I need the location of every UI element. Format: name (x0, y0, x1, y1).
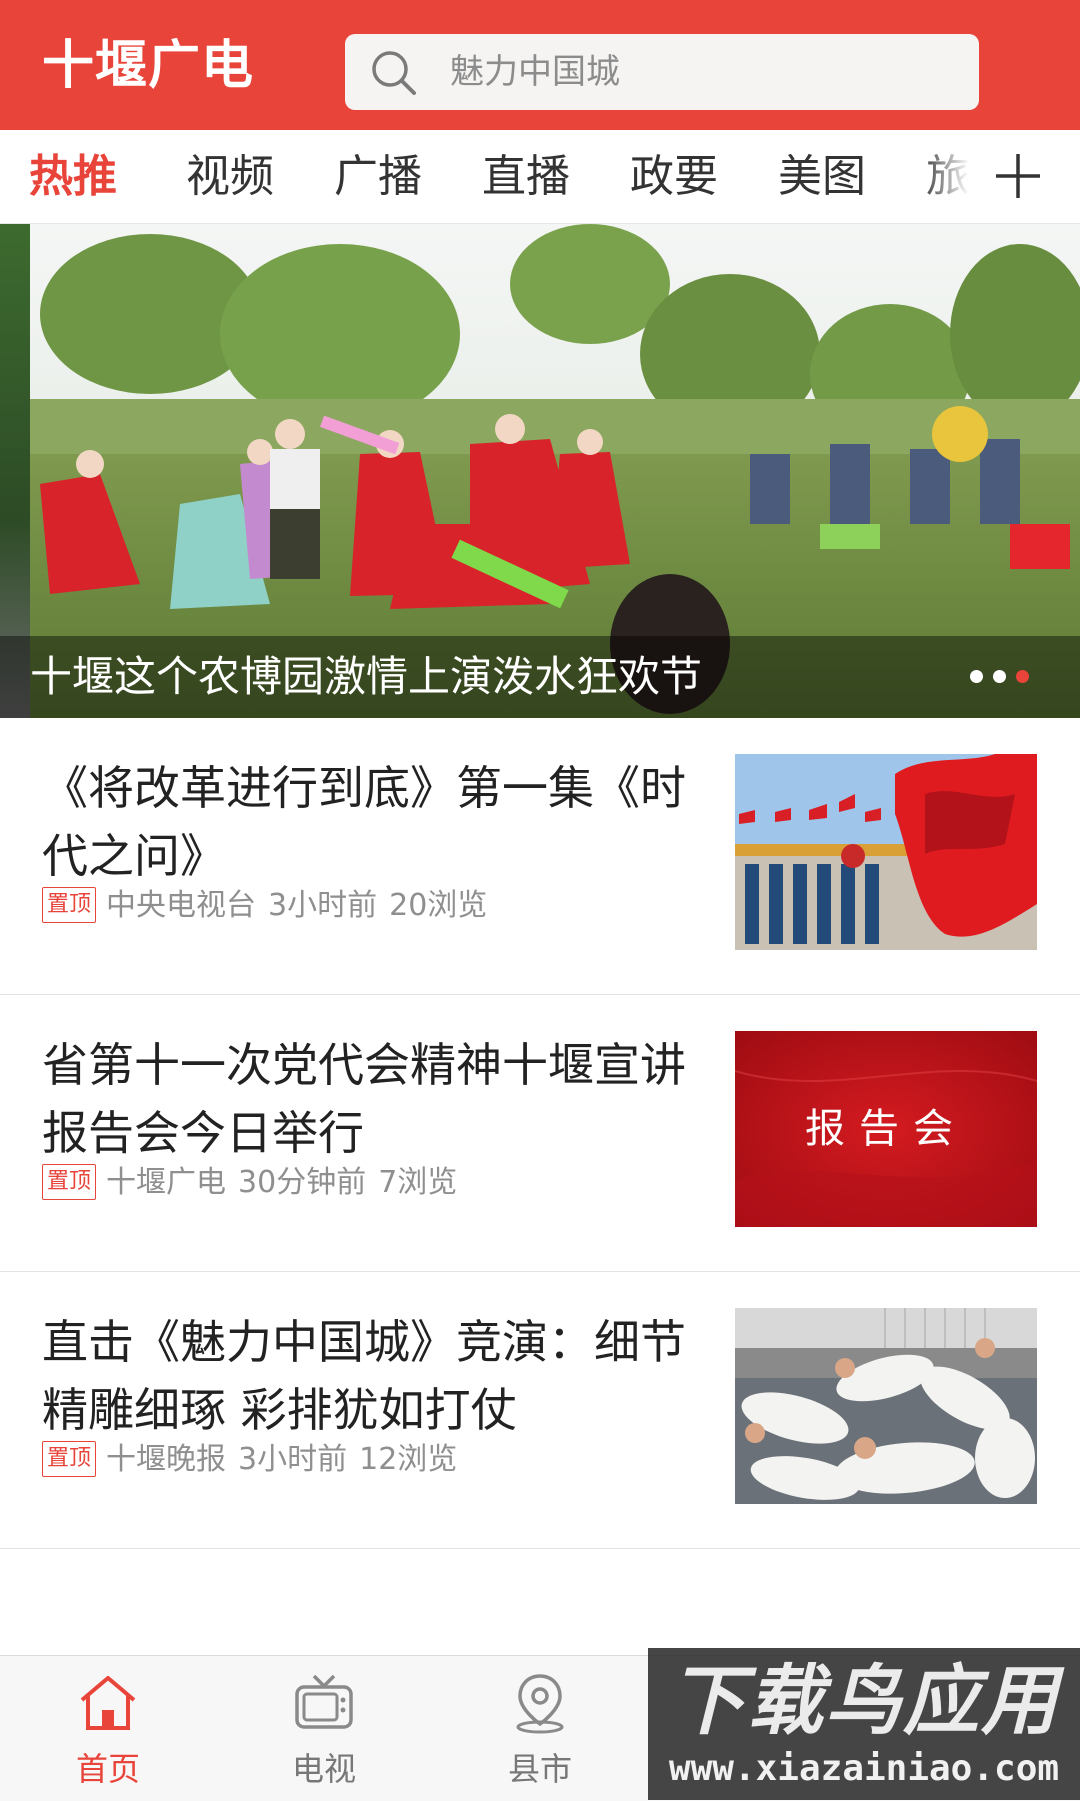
flags-building-image (735, 754, 1037, 950)
tab-live[interactable]: 直播 (482, 130, 570, 223)
nav-label: 县市 (507, 1750, 572, 1788)
tab-fade (920, 130, 990, 223)
banner-carousel[interactable]: 十堰这个农博园激情上演泼水狂欢节 (0, 224, 1080, 718)
news-source: 十堰广电 (106, 1165, 227, 1200)
banner-caption: 十堰这个农博园激情上演泼水狂欢节 (30, 652, 703, 701)
news-views: 12浏览 (359, 1442, 458, 1477)
tab-hot[interactable]: 热推 (29, 130, 117, 223)
watermark-title: 下载鸟应用 (669, 1656, 1059, 1745)
news-title: 省第十一次党代会精神十堰宣讲报告会今日举行 (42, 1038, 686, 1160)
news-item[interactable]: 直击《魅力中国城》竞演：细节精雕细琢 彩排犹如打仗 置顶 十堰晚报 3小时前 12浏览 (0, 1272, 1080, 1549)
search-input[interactable]: 魅力中国城 (345, 34, 979, 110)
tv-icon (295, 1674, 353, 1729)
news-meta: 置顶 中央电视台 3小时前 20浏览 (42, 886, 499, 926)
carousel-indicator (970, 668, 1039, 686)
thumbnail-caption: 报告会 (805, 1106, 967, 1152)
watermark-logo: 下载鸟应用 www.xiazainiao.com (648, 1648, 1080, 1800)
resting-performers-image (735, 1308, 1037, 1504)
nav-label: 电视 (291, 1750, 356, 1788)
search-icon (372, 51, 416, 95)
news-item[interactable]: 《将改革进行到底》第一集《时代之问》 置顶 中央电视台 3小时前 20浏览 (0, 718, 1080, 995)
news-thumbnail (735, 1308, 1037, 1504)
news-meta: 置顶 十堰晚报 3小时前 12浏览 (42, 1440, 469, 1480)
news-time: 30分钟前 (238, 1165, 367, 1200)
banner-caption-bar: 十堰这个农博园激情上演泼水狂欢节 (0, 636, 1080, 718)
carousel-dot-active (1016, 670, 1029, 683)
news-thumbnail: 报告会 (735, 1031, 1037, 1227)
app-header: 十堰广电 魅力中国城 (0, 0, 1080, 130)
search-hint-text: 魅力中国城 (450, 52, 620, 92)
news-title: 直击《魅力中国城》竞演：细节精雕细琢 彩排犹如打仗 (42, 1315, 686, 1437)
news-time: 3小时前 (268, 888, 378, 923)
news-source: 十堰晚报 (106, 1442, 227, 1477)
location-pin-icon (516, 1674, 564, 1734)
news-item[interactable]: 省第十一次党代会精神十堰宣讲报告会今日举行 置顶 十堰广电 30分钟前 7浏览 报告会 (0, 995, 1080, 1272)
nav-home[interactable]: 首页 (0, 1656, 216, 1801)
watermark-url: www.xiazainiao.com (668, 1748, 1060, 1789)
pinned-badge: 置顶 (42, 1440, 97, 1477)
news-meta: 置顶 十堰广电 30分钟前 7浏览 (42, 1163, 469, 1203)
tab-photos[interactable]: 美图 (778, 130, 866, 223)
pinned-badge: 置顶 (42, 1163, 97, 1200)
news-source: 中央电视台 (106, 888, 257, 923)
home-icon (80, 1676, 136, 1730)
news-title: 《将改革进行到底》第一集《时代之问》 (42, 761, 686, 883)
carousel-dot (993, 670, 1006, 683)
category-tabs: 热推 视频 广播 直播 政要 美图 旅 (0, 130, 1080, 224)
pinned-badge: 置顶 (42, 886, 97, 923)
nav-label: 首页 (75, 1750, 140, 1788)
tab-radio[interactable]: 广播 (334, 130, 422, 223)
news-views: 7浏览 (378, 1165, 458, 1200)
nav-county[interactable]: 县市 (432, 1656, 648, 1801)
app-title: 十堰广电 (42, 36, 255, 96)
plus-icon[interactable] (990, 148, 1046, 204)
news-time: 3小时前 (238, 1442, 348, 1477)
tab-politics[interactable]: 政要 (630, 130, 718, 223)
carousel-dot (970, 670, 983, 683)
news-thumbnail (735, 754, 1037, 950)
tab-video[interactable]: 视频 (186, 130, 274, 223)
news-views: 20浏览 (389, 888, 488, 923)
nav-tv[interactable]: 电视 (216, 1656, 432, 1801)
